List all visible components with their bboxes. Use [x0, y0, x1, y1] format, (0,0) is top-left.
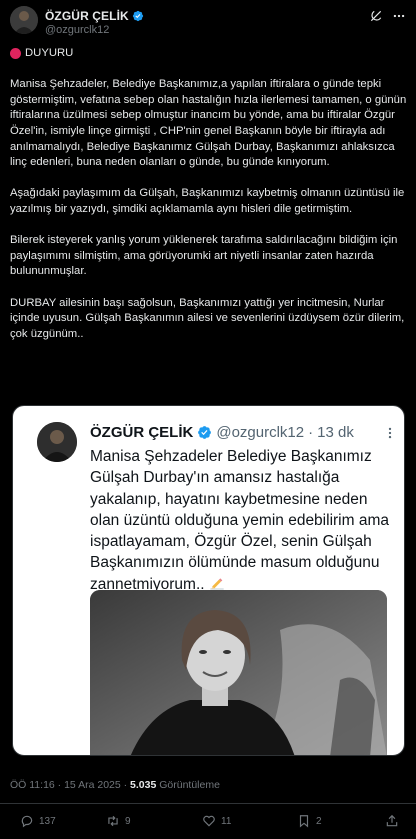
quoted-author-name: ÖZGÜR ÇELİK — [90, 424, 194, 441]
repost-button[interactable]: 9 — [106, 814, 131, 828]
share-icon — [386, 814, 398, 827]
tweet-timestamp[interactable]: ÖÖ 11:16 · 15 Ara 2025 · — [10, 779, 130, 791]
more-icon — [383, 426, 397, 445]
tweet-paragraph: DURBAY ailesinin başı sağolsun, Başkanım… — [10, 296, 405, 340]
reply-icon — [21, 815, 33, 828]
tweet-header: ÖZGÜR ÇELİK @ozgurclk12 — [0, 0, 416, 44]
quoted-text-body: Manisa Şehzadeler Belediye Başkanımız Gü… — [90, 448, 389, 593]
author-avatar[interactable] — [10, 6, 38, 34]
divider — [0, 803, 416, 804]
announcement-label: DUYURU — [25, 47, 74, 59]
bookmark-icon — [299, 815, 309, 828]
verified-icon — [198, 426, 212, 439]
action-bar: 137 9 11 2 — [0, 810, 416, 836]
separator-dot: · — [308, 424, 314, 441]
quoted-author-handle: @ozgurclk12 — [216, 424, 305, 441]
repost-icon — [108, 815, 118, 827]
bookmark-count: 2 — [316, 815, 322, 827]
tweet-paragraph: Aşağıdaki paylaşımım da Gülşah, Başkanım… — [10, 187, 405, 215]
views-label: Görüntüleme — [156, 779, 220, 791]
grok-icon[interactable] — [368, 8, 384, 24]
like-icon — [203, 815, 215, 827]
quoted-timestamp: 13 dk — [317, 424, 354, 441]
like-count: 11 — [221, 815, 232, 827]
repost-count: 9 — [125, 815, 131, 827]
quoted-author-avatar — [37, 422, 77, 462]
more-icon[interactable] — [391, 8, 407, 24]
tweet-meta: ÖÖ 11:16 · 15 Ara 2025 · 5.035 Görüntüle… — [10, 779, 220, 791]
author-name[interactable]: ÖZGÜR ÇELİK — [45, 9, 129, 23]
like-button[interactable]: 11 — [202, 814, 231, 828]
reply-count: 137 — [39, 815, 56, 827]
quoted-tweet-screenshot[interactable]: ÖZGÜR ÇELİK @ozgurclk12 · 13 dk Manisa Ş… — [12, 405, 405, 756]
share-button[interactable] — [385, 814, 399, 828]
reply-button[interactable]: 137 — [20, 814, 56, 828]
quoted-photo — [90, 590, 387, 755]
tweet-paragraph: Bilerek isteyerek yanlış yorum yüklenere… — [10, 234, 398, 278]
bookmark-button[interactable]: 2 — [297, 814, 322, 828]
red-circle-icon — [10, 48, 21, 60]
tweet-body: DUYURU Manisa Şehzadeler, Belediye Başka… — [10, 46, 408, 358]
quoted-tweet-text: Manisa Şehzadeler Belediye Başkanımız Gü… — [90, 446, 390, 597]
view-count: 5.035 — [130, 779, 157, 791]
tweet-paragraph: Manisa Şehzadeler, Belediye Başkanımız,a… — [10, 78, 407, 169]
verified-icon — [132, 10, 143, 22]
author-handle[interactable]: @ozgurclk12 — [45, 24, 109, 36]
